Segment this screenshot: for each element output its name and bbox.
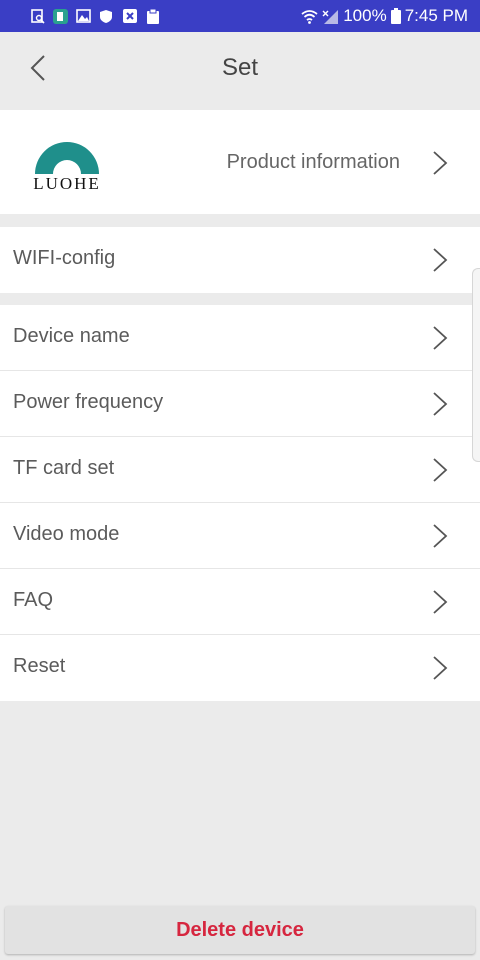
tf-card-set-row[interactable]: TF card set — [0, 437, 480, 503]
chevron-right-icon — [433, 151, 448, 175]
clipboard-icon — [145, 8, 160, 24]
video-mode-label: Video mode — [13, 523, 120, 545]
shield-icon — [99, 9, 114, 24]
settings-section: Device name Power frequency TF card set … — [0, 305, 480, 701]
wifi-config-label: WIFI-config — [13, 247, 116, 269]
battery-percent: 100% — [343, 6, 387, 25]
chevron-right-icon — [433, 524, 448, 548]
chevron-right-icon — [433, 248, 448, 272]
chevron-right-icon — [433, 590, 448, 614]
wifi-icon — [301, 9, 318, 24]
chevron-right-icon — [433, 458, 448, 482]
search-doc-icon — [30, 8, 45, 24]
page-title: Set — [221, 54, 259, 81]
signal-icon — [322, 9, 339, 24]
device-name-label: Device name — [13, 325, 130, 347]
delete-device-button[interactable]: Delete device — [5, 906, 475, 954]
power-frequency-row[interactable]: Power frequency — [0, 371, 480, 437]
wifi-config-row[interactable]: WIFI-config — [0, 227, 480, 293]
video-mode-row[interactable]: Video mode — [0, 503, 480, 569]
faq-row[interactable]: FAQ — [0, 569, 480, 635]
tf-card-set-label: TF card set — [13, 457, 115, 479]
power-frequency-label: Power frequency — [13, 391, 164, 413]
image-icon — [76, 9, 91, 24]
status-time: 7:45 PM — [404, 6, 468, 25]
wifi-section: WIFI-config — [0, 227, 480, 293]
system-status: 100% 7:45 PM — [301, 6, 468, 26]
product-information-label: Product information — [226, 151, 400, 173]
chevron-right-icon — [433, 392, 448, 416]
app-icon — [53, 8, 68, 24]
chevron-right-icon — [433, 326, 448, 350]
app-header: Set — [0, 32, 480, 106]
faq-label: FAQ — [13, 589, 54, 611]
logo-text: LUOHE — [33, 174, 101, 193]
battery-icon — [390, 8, 401, 24]
reset-row[interactable]: Reset — [0, 635, 480, 701]
reset-label: Reset — [13, 655, 66, 677]
edge-panel-handle[interactable] — [472, 268, 480, 462]
notification-icons — [30, 8, 160, 24]
device-name-row[interactable]: Device name — [0, 305, 480, 371]
product-information-row[interactable]: LUOHE Product information — [0, 110, 480, 214]
close-box-icon — [122, 9, 137, 24]
luohe-logo: LUOHE — [28, 134, 106, 200]
status-bar: 100% 7:45 PM — [0, 0, 480, 32]
chevron-right-icon — [433, 656, 448, 680]
